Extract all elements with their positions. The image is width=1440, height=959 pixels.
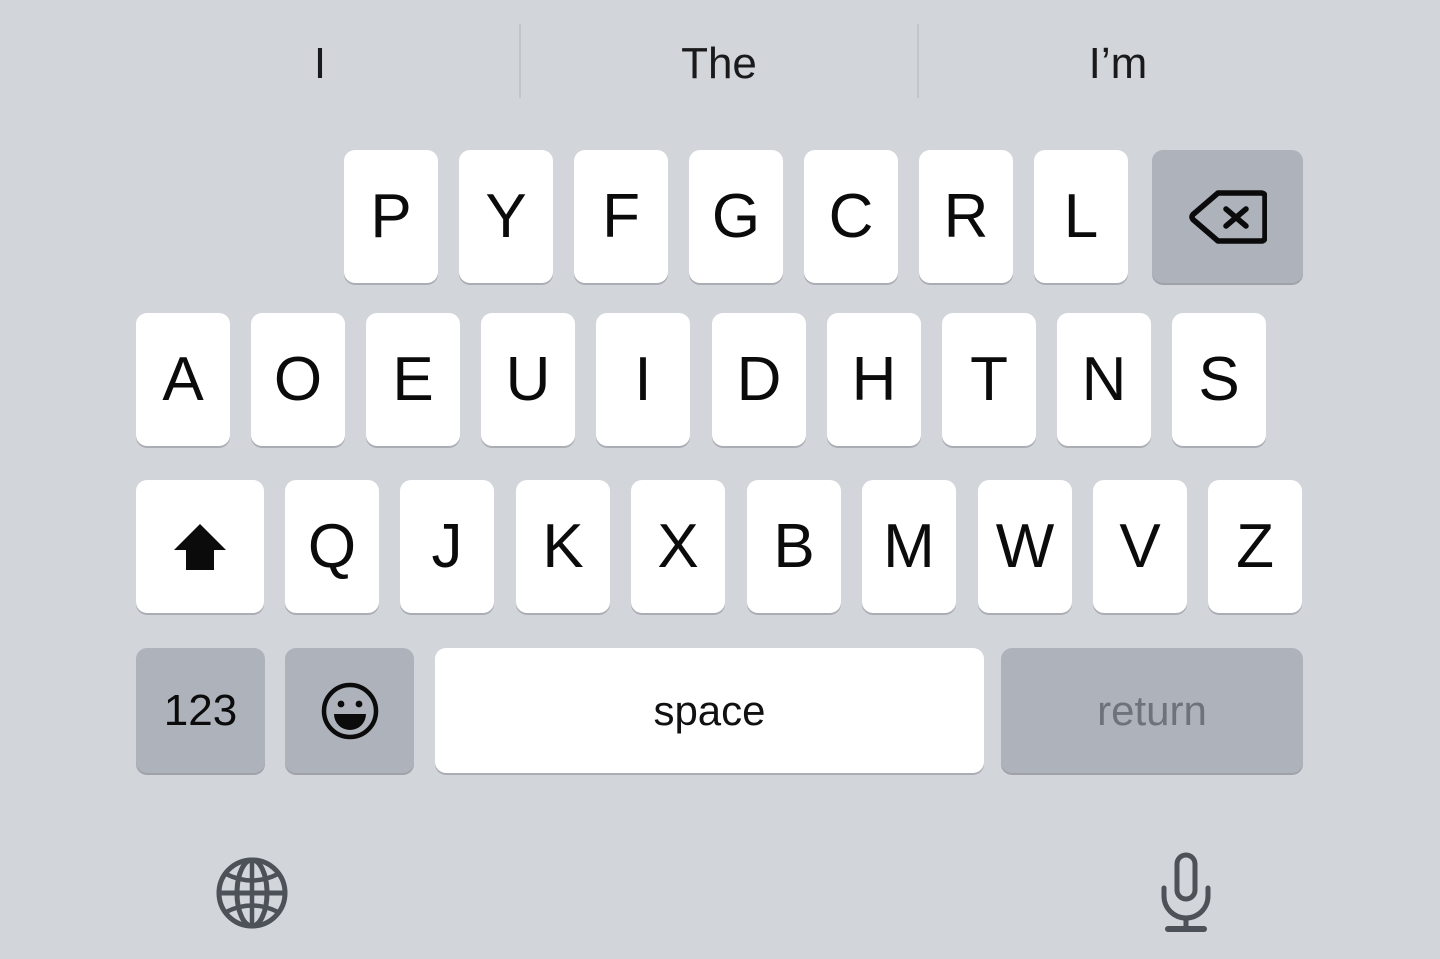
key-d[interactable]: D (712, 313, 806, 446)
backspace-key[interactable] (1152, 150, 1303, 283)
key-s[interactable]: S (1172, 313, 1266, 446)
numbers-key[interactable]: 123 (136, 648, 265, 773)
key-o[interactable]: O (251, 313, 345, 446)
key-label: Q (307, 511, 357, 581)
key-label: Z (1236, 511, 1274, 581)
suggestion-item-2[interactable]: I’m (920, 36, 1316, 92)
key-label: W (995, 511, 1055, 581)
key-m[interactable]: M (862, 480, 956, 613)
shift-key[interactable] (136, 480, 264, 613)
key-label: T (970, 344, 1008, 414)
key-w[interactable]: W (978, 480, 1072, 613)
key-h[interactable]: H (827, 313, 921, 446)
key-t[interactable]: T (942, 313, 1036, 446)
suggestion-divider-1 (917, 24, 919, 98)
key-label: O (273, 344, 323, 414)
key-label: F (602, 181, 640, 251)
key-label: B (773, 511, 815, 581)
key-label: X (657, 511, 699, 581)
key-q[interactable]: Q (285, 480, 379, 613)
key-i[interactable]: I (596, 313, 690, 446)
predictive-suggestion-bar: I The I’m (0, 0, 1440, 124)
key-label: G (711, 181, 761, 251)
key-u[interactable]: U (481, 313, 575, 446)
key-label: 123 (163, 685, 238, 735)
key-label: I (634, 344, 652, 414)
key-f[interactable]: F (574, 150, 668, 283)
key-r[interactable]: R (919, 150, 1013, 283)
shift-arrow-icon (169, 516, 231, 578)
key-label: V (1119, 511, 1161, 581)
key-label: E (392, 344, 434, 414)
key-label: Y (485, 181, 527, 251)
key-b[interactable]: B (747, 480, 841, 613)
backspace-icon (1188, 188, 1267, 246)
key-j[interactable]: J (400, 480, 494, 613)
space-key[interactable]: space (435, 648, 984, 773)
key-label: U (505, 344, 551, 414)
key-p[interactable]: P (344, 150, 438, 283)
globe-key[interactable] (200, 845, 304, 941)
key-z[interactable]: Z (1208, 480, 1302, 613)
suggestion-item-0[interactable]: I (122, 36, 518, 92)
key-label: N (1081, 344, 1127, 414)
emoji-smiley-icon (319, 680, 381, 742)
key-label: space (653, 686, 766, 734)
key-x[interactable]: X (631, 480, 725, 613)
return-key[interactable]: return (1001, 648, 1303, 773)
key-l[interactable]: L (1034, 150, 1128, 283)
globe-icon (214, 855, 290, 931)
microphone-key[interactable] (1138, 845, 1234, 941)
key-g[interactable]: G (689, 150, 783, 283)
key-k[interactable]: K (516, 480, 610, 613)
key-label: S (1198, 344, 1240, 414)
key-label: C (828, 181, 874, 251)
key-c[interactable]: C (804, 150, 898, 283)
key-label: M (883, 511, 935, 581)
key-label: P (370, 181, 412, 251)
key-n[interactable]: N (1057, 313, 1151, 446)
key-y[interactable]: Y (459, 150, 553, 283)
key-label: A (162, 344, 204, 414)
key-label: H (851, 344, 897, 414)
key-a[interactable]: A (136, 313, 230, 446)
key-label: L (1063, 181, 1099, 251)
key-v[interactable]: V (1093, 480, 1187, 613)
key-label: D (736, 344, 782, 414)
key-e[interactable]: E (366, 313, 460, 446)
key-label: J (431, 511, 463, 581)
microphone-icon (1155, 851, 1217, 935)
suggestion-item-1[interactable]: The (521, 36, 917, 92)
key-label: K (542, 511, 584, 581)
key-label: R (943, 181, 989, 251)
emoji-key[interactable] (285, 648, 414, 773)
key-label: return (1097, 686, 1207, 734)
